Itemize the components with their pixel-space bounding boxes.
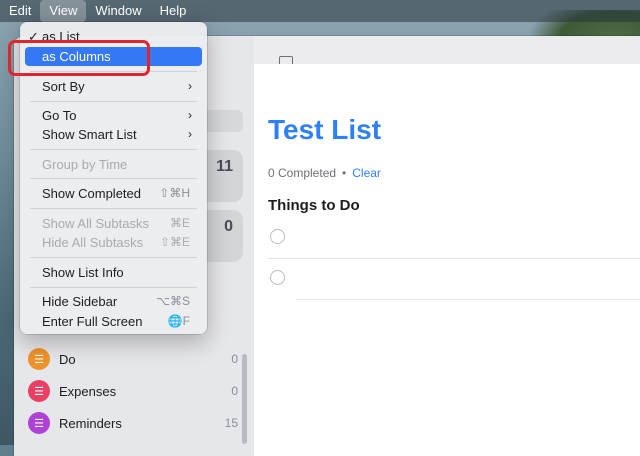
sidebar-item-do[interactable]: ☰ Do 0 [28,345,238,373]
clear-completed-link[interactable]: Clear [352,166,381,180]
menu-item-group-by-time: Group by Time [25,155,202,174]
section-title: Things to Do [268,197,360,214]
menu-help[interactable]: Help [151,0,196,22]
divider [268,258,640,259]
menu-item-label: Show All Subtasks [42,216,149,231]
menu-window[interactable]: Window [86,0,150,22]
menu-item-label: Sort By [42,79,85,94]
list-name: Do [59,351,76,367]
list-count: 15 [224,416,238,430]
menu-item-label: Enter Full Screen [42,314,143,329]
menu-item-label: Group by Time [42,157,128,172]
menu-view[interactable]: View [40,0,87,22]
list-icon: ☰ [28,380,50,402]
separator-bullet: • [342,166,347,180]
annotation-highlight-box [8,40,150,76]
chevron-right-icon: › [188,127,192,141]
menu-item-label: Hide All Subtasks [42,235,144,250]
menu-divider [30,101,197,102]
shortcut-label: ⌥⌘S [156,294,190,308]
chevron-right-icon: › [188,108,192,122]
list-name: Reminders [59,415,122,431]
menu-item-hide-all-subtasks: Hide All Subtasks ⇧⌘E [25,233,202,252]
divider [296,299,640,300]
menu-divider [30,149,197,150]
shortcut-label: ⇧⌘E [159,235,190,249]
menu-divider [30,257,197,258]
menu-divider [30,287,197,288]
menu-item-show-list-info[interactable]: Show List Info [25,263,202,282]
completed-count: 0 Completed [268,166,337,180]
completed-summary: 0 Completed • Clear [268,166,381,180]
menu-item-show-all-subtasks: Show All Subtasks ⌘E [25,214,202,233]
task-row [268,270,640,310]
menu-divider [30,178,197,179]
list-name: Expenses [59,383,117,399]
menu-item-label: Show Smart List [42,127,137,142]
shortcut-label: ⇧⌘H [159,186,190,200]
task-checkbox[interactable] [270,270,285,285]
sidebar-item-expenses[interactable]: ☰ Expenses 0 [28,377,238,405]
list-icon: ☰ [28,348,50,370]
menu-divider [30,208,197,209]
menu-item-label: Show List Info [42,265,124,280]
page-title: Test List [268,114,382,145]
menu-item-sort-by[interactable]: Sort By › [25,77,202,96]
menu-item-hide-sidebar[interactable]: Hide Sidebar ⌥⌘S [25,292,202,311]
menu-item-enter-full-screen[interactable]: Enter Full Screen 🌐F [25,312,202,331]
menu-item-label: Show Completed [42,186,141,201]
shortcut-label: 🌐F [167,314,190,328]
list-count: 0 [231,352,238,366]
sidebar-item-reminders[interactable]: ☰ Reminders 15 [28,409,238,437]
menu-edit[interactable]: Edit [0,0,40,22]
menu-item-label: Go To [42,108,77,123]
menu-item-go-to[interactable]: Go To › [25,106,202,125]
tile-count: 11 [216,158,233,175]
task-checkbox[interactable] [270,229,285,244]
sidebar-scrollbar[interactable] [242,354,247,444]
shortcut-label: ⌘E [169,216,190,230]
menu-bar: Edit View Window Help [0,0,640,22]
menu-item-show-completed[interactable]: Show Completed ⇧⌘H [25,184,202,203]
tile-count: 0 [224,218,233,235]
chevron-right-icon: › [188,79,192,93]
list-detail-pane: Test List 0 Completed • Clear Things to … [254,64,640,456]
menu-item-label: Hide Sidebar [42,294,118,309]
list-count: 0 [231,384,238,398]
menu-item-show-smart-list[interactable]: Show Smart List › [25,125,202,144]
task-row [268,229,640,269]
list-icon: ☰ [28,412,50,434]
